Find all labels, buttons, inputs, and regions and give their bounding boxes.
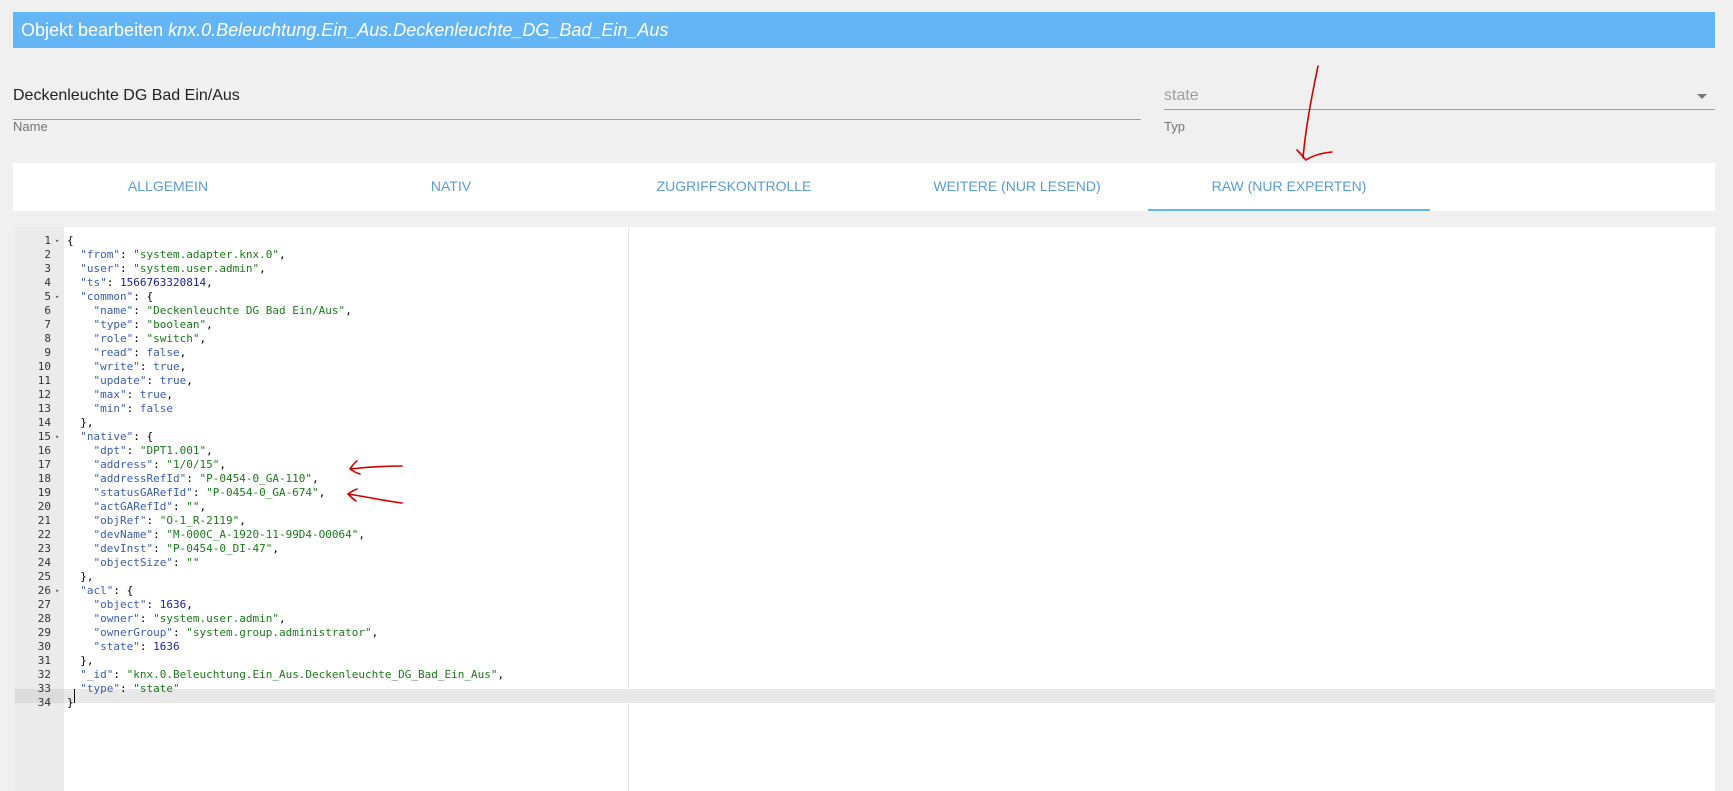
code-text: "acl": {	[80, 584, 134, 597]
line-number: 19	[37, 486, 51, 499]
code-text: "native": {	[80, 430, 154, 443]
dialog-title-bar: Objekt bearbeiten knx.0.Beleuchtung.Ein_…	[13, 12, 1715, 48]
fold-arrow-icon[interactable]: ▾	[55, 584, 59, 598]
tab-bar: ALLGEMEIN NATIV ZUGRIFFSKONTROLLE WEITER…	[13, 163, 1715, 211]
line-number: 22	[37, 528, 51, 541]
json-code-editor[interactable]: 1 ▾ {2 "from": "system.adapter.knx.0", 3 "u…	[15, 227, 1715, 791]
tab-nativ[interactable]: NATIV	[310, 163, 592, 211]
line-number: 31	[37, 654, 51, 667]
code-text: "read": false,	[93, 346, 187, 359]
line-number: 30	[37, 640, 51, 653]
line-number: 12	[37, 388, 51, 401]
code-text: },	[67, 654, 94, 667]
tab-zugriffskontrolle[interactable]: ZUGRIFFSKONTROLLE	[593, 163, 875, 211]
code-text: "ownerGroup": "system.group.administrato…	[93, 626, 379, 639]
code-text: "statusGARefId": "P-0454-0_GA-674",	[93, 486, 326, 499]
line-number: 7	[44, 318, 51, 331]
line-number: 15	[37, 430, 51, 443]
code-text: "user": "system.user.admin",	[80, 262, 266, 275]
dialog-object-id: knx.0.Beleuchtung.Ein_Aus.Deckenleuchte_…	[168, 20, 669, 40]
line-number: 11	[37, 374, 51, 387]
code-text: "min": false	[93, 402, 174, 415]
line-number: 6	[44, 304, 51, 317]
code-text: },	[67, 416, 94, 429]
line-number: 26	[37, 584, 51, 597]
code-text: "addressRefId": "P-0454-0_GA-110",	[93, 472, 319, 485]
code-text: "max": true,	[93, 388, 174, 401]
line-number: 21	[37, 514, 51, 527]
fold-arrow-icon[interactable]: ▾	[55, 430, 59, 444]
code-text: },	[67, 570, 94, 583]
code-text: }	[67, 696, 74, 709]
line-number: 4	[44, 276, 51, 289]
code-text: "role": "switch",	[93, 332, 207, 345]
line-number: 10	[37, 360, 51, 373]
line-number: 5	[44, 290, 51, 303]
line-number: 9	[44, 346, 51, 359]
code-text: "address": "1/0/15",	[93, 458, 226, 471]
code-text: "devInst": "P-0454-0_DI-47",	[93, 542, 279, 555]
line-number: 33	[37, 682, 51, 695]
code-text: {	[67, 234, 74, 247]
code-text: "object": 1636,	[93, 598, 193, 611]
code-text: "ts": 1566763320814,	[80, 276, 213, 289]
text-cursor	[74, 689, 75, 703]
fold-arrow-icon[interactable]: ▾	[55, 234, 59, 248]
tab-allgemein[interactable]: ALLGEMEIN	[27, 163, 309, 211]
line-number: 18	[37, 472, 51, 485]
line-number: 3	[44, 262, 51, 275]
line-number: 13	[37, 402, 51, 415]
type-label: Typ	[1164, 119, 1185, 134]
line-number: 17	[37, 458, 51, 471]
code-text: "dpt": "DPT1.001",	[93, 444, 213, 457]
line-number: 25	[37, 570, 51, 583]
name-label: Name	[13, 119, 48, 134]
code-text: "write": true,	[93, 360, 187, 373]
line-number: 16	[37, 444, 51, 457]
dialog-title-prefix: Objekt bearbeiten	[21, 20, 164, 40]
active-line-highlight	[15, 689, 1715, 703]
line-number: 8	[44, 332, 51, 345]
line-number: 32	[37, 668, 51, 681]
name-field[interactable]: Deckenleuchte DG Bad Ein/Aus Name	[13, 84, 1141, 144]
line-number: 14	[37, 416, 51, 429]
tab-raw[interactable]: RAW (NUR EXPERTEN)	[1148, 163, 1430, 211]
name-underline	[13, 119, 1141, 120]
caret-down-icon[interactable]	[1697, 94, 1707, 99]
line-number: 2	[44, 248, 51, 261]
line-number: 34	[37, 696, 51, 709]
type-underline	[1164, 109, 1715, 110]
code-text: "actGARefId": "",	[93, 500, 207, 513]
type-select-value[interactable]: state	[1164, 84, 1715, 108]
fold-arrow-icon[interactable]: ▾	[55, 290, 59, 304]
code-text: "from": "system.adapter.knx.0",	[80, 248, 286, 261]
line-number: 24	[37, 556, 51, 569]
line-number: 27	[37, 598, 51, 611]
code-text: "update": true,	[93, 374, 193, 387]
code-text: "_id": "knx.0.Beleuchtung.Ein_Aus.Decken…	[80, 668, 505, 681]
line-number: 1	[44, 234, 51, 247]
code-text: "owner": "system.user.admin",	[93, 612, 286, 625]
code-text: "common": {	[80, 290, 154, 303]
line-number: 28	[37, 612, 51, 625]
code-text: "objRef": "O-1_R-2119",	[93, 514, 246, 527]
print-margin	[628, 227, 629, 791]
code-text: "objectSize": ""	[93, 556, 200, 569]
name-input[interactable]: Deckenleuchte DG Bad Ein/Aus	[13, 84, 1141, 108]
type-select[interactable]: state Typ	[1164, 84, 1715, 144]
code-text: "type": "state"	[80, 682, 180, 695]
code-text: "name": "Deckenleuchte DG Bad Ein/Aus",	[93, 304, 352, 317]
line-number: 23	[37, 542, 51, 555]
line-number: 29	[37, 626, 51, 639]
code-text: "type": "boolean",	[93, 318, 213, 331]
code-text: "state": 1636	[93, 640, 180, 653]
line-number: 20	[37, 500, 51, 513]
tab-weitere[interactable]: WEITERE (NUR LESEND)	[876, 163, 1158, 211]
code-text: "devName": "M-000C_A-1920-11-99D4-O0064"…	[93, 528, 366, 541]
